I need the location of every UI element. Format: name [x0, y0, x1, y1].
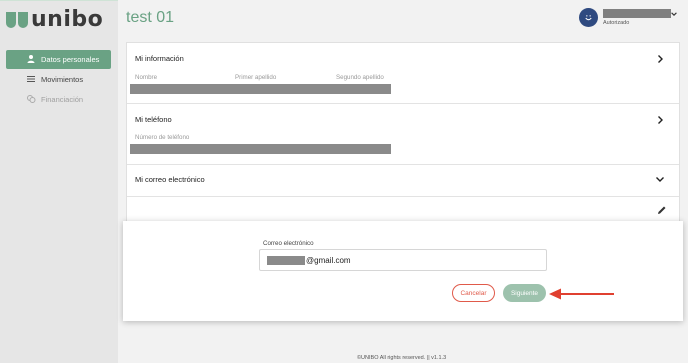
sidebar-item-label: Financiación [41, 95, 84, 104]
coins-icon [27, 95, 36, 103]
user-menu[interactable]: Autorizado [579, 8, 677, 27]
list-icon [27, 76, 35, 82]
sidebar-nav: Datos personales Movimientos Financiació… [6, 50, 111, 110]
email-label: Correo electrónico [263, 240, 314, 247]
section-title: Mi teléfono [135, 115, 172, 124]
cancel-button[interactable]: Cancelar [452, 284, 495, 302]
section-title: Mi información [135, 54, 184, 63]
user-name-redacted [603, 9, 671, 18]
section-mi-telefono[interactable]: Mi teléfono Número de teléfono [127, 104, 679, 165]
chevron-right-icon[interactable] [655, 54, 665, 64]
user-status: Autorizado [603, 20, 630, 26]
field-label-telefono: Número de teléfono [135, 134, 190, 141]
name-redacted [130, 84, 391, 94]
logo-mark-icon [6, 12, 28, 28]
logo: unibo [6, 9, 103, 31]
field-label-segundo-apellido: Segundo apellido [336, 74, 384, 81]
section-title: Mi correo electrónico [135, 175, 205, 184]
field-label-nombre: Nombre [135, 74, 158, 81]
section-email-edit [127, 197, 679, 223]
sidebar-item-movimientos[interactable]: Movimientos [6, 70, 111, 89]
sidebar: unibo Datos personales Movimientos Finan… [0, 0, 118, 363]
footer-text: ©UNIBO All rights reserved. || v1.1.3 [357, 355, 447, 361]
sidebar-item-datos-personales[interactable]: Datos personales [6, 50, 111, 69]
phone-redacted [130, 144, 391, 154]
chevron-right-icon[interactable] [655, 115, 665, 125]
email-input[interactable]: @gmail.com [259, 249, 547, 271]
sidebar-item-label: Datos personales [41, 55, 100, 64]
avatar-icon [579, 8, 598, 27]
section-mi-informacion[interactable]: Mi información Nombre Primer apellido Se… [127, 43, 679, 104]
profile-card: Mi información Nombre Primer apellido Se… [126, 42, 680, 224]
chevron-down-icon[interactable] [655, 174, 665, 184]
logo-text: unibo [31, 7, 104, 32]
section-mi-correo[interactable]: Mi correo electrónico [127, 165, 679, 197]
person-icon [27, 55, 35, 63]
sidebar-item-label: Movimientos [41, 75, 84, 84]
email-user-redacted [267, 255, 305, 265]
annotation-arrow-icon [549, 288, 614, 300]
sidebar-item-financiacion[interactable]: Financiación [6, 90, 111, 109]
email-form-panel: Correo electrónico @gmail.com Cancelar S… [123, 221, 683, 321]
field-label-primer-apellido: Primer apellido [235, 74, 277, 81]
chevron-down-icon[interactable] [670, 10, 678, 18]
email-domain-text: @gmail.com [306, 255, 351, 265]
page-title: test 01 [126, 9, 175, 26]
next-button[interactable]: Siguiente [503, 284, 546, 302]
pencil-icon[interactable] [657, 205, 667, 215]
